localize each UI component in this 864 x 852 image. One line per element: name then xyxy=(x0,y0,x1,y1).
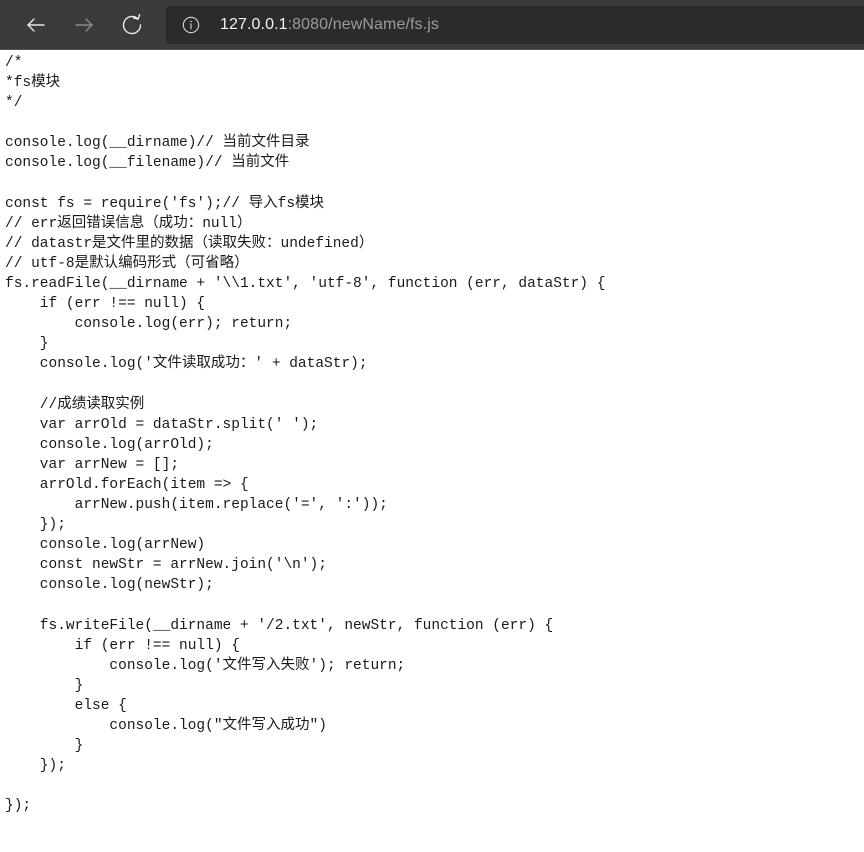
address-bar[interactable]: 127.0.0.1:8080/newName/fs.js xyxy=(166,6,864,44)
arrow-left-icon xyxy=(24,13,48,37)
url-text: 127.0.0.1:8080/newName/fs.js xyxy=(220,16,439,34)
url-path: :8080/newName/fs.js xyxy=(287,16,439,33)
url-host: 127.0.0.1 xyxy=(220,16,288,33)
page-content: /* *fs模块 */ console.log(__dirname)// 当前文… xyxy=(0,50,864,852)
info-circle-icon[interactable] xyxy=(180,14,202,36)
source-code-text: /* *fs模块 */ console.log(__dirname)// 当前文… xyxy=(5,55,606,815)
reload-button[interactable] xyxy=(108,0,156,50)
browser-toolbar: 127.0.0.1:8080/newName/fs.js xyxy=(0,0,864,50)
forward-button[interactable] xyxy=(60,0,108,50)
reload-icon xyxy=(120,13,144,37)
arrow-right-icon xyxy=(72,13,96,37)
back-button[interactable] xyxy=(12,0,60,50)
